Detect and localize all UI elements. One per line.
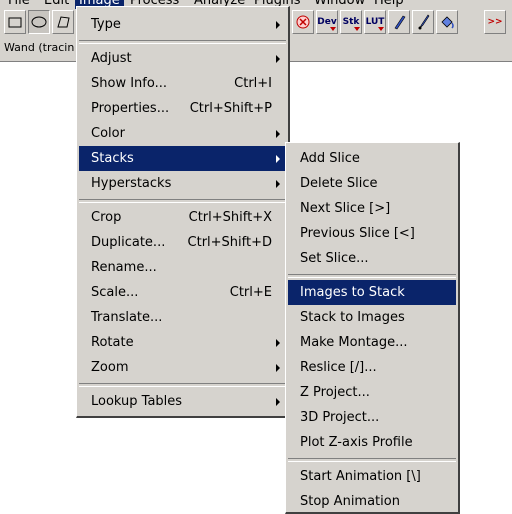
submenu-arrow-icon — [276, 364, 280, 372]
stk-tool-icon[interactable]: Stk — [340, 10, 362, 34]
menu-item-reslice[interactable]: Reslice [/]... — [288, 355, 456, 380]
menu-separator — [79, 383, 286, 387]
submenu-arrow-icon — [276, 398, 280, 406]
more-tools-icon[interactable]: >> — [484, 10, 506, 34]
menu-item-previous-slice[interactable]: Previous Slice [<] — [288, 221, 456, 246]
menu-separator — [79, 199, 286, 203]
submenu-arrow-icon — [276, 130, 280, 138]
submenu-arrow-icon — [276, 180, 280, 188]
menu-edit[interactable]: Edit — [40, 0, 73, 9]
menu-item-stack-to-images[interactable]: Stack to Images — [288, 305, 456, 330]
menu-item-lookup-tables[interactable]: Lookup Tables — [79, 389, 286, 414]
menu-item-crop[interactable]: Crop Ctrl+Shift+X — [79, 205, 286, 230]
submenu-arrow-icon — [276, 339, 280, 347]
menu-item-3d-project[interactable]: 3D Project... — [288, 405, 456, 430]
menu-file[interactable]: File — [4, 0, 34, 9]
menu-item-start-animation[interactable]: Start Animation [\] — [288, 464, 456, 489]
menu-item-translate[interactable]: Translate... — [79, 305, 286, 330]
oval-tool-icon[interactable] — [28, 10, 50, 34]
paintbrush-icon[interactable] — [412, 10, 434, 34]
menu-separator — [288, 458, 456, 462]
submenu-arrow-icon — [276, 55, 280, 63]
more-tools-label: >> — [487, 17, 503, 27]
menu-item-set-slice[interactable]: Set Slice... — [288, 246, 456, 271]
flood-fill-icon[interactable] — [436, 10, 458, 34]
menu-item-zoom[interactable]: Zoom — [79, 355, 286, 380]
submenu-arrow-icon — [276, 155, 280, 163]
lut-tool-icon[interactable]: LUT — [364, 10, 386, 34]
menu-item-scale[interactable]: Scale... Ctrl+E — [79, 280, 286, 305]
menu-item-adjust[interactable]: Adjust — [79, 46, 286, 71]
menu-item-next-slice[interactable]: Next Slice [>] — [288, 196, 456, 221]
close-red-icon[interactable] — [292, 10, 314, 34]
menu-item-add-slice[interactable]: Add Slice — [288, 146, 456, 171]
menu-separator — [288, 274, 456, 278]
polygon-tool-icon[interactable] — [52, 10, 74, 34]
submenu-arrow-icon — [276, 21, 280, 29]
status-bar: Wand (tracin — [4, 41, 75, 54]
pencil-icon[interactable] — [388, 10, 410, 34]
menu-item-color[interactable]: Color — [79, 121, 286, 146]
stk-tool-label: Stk — [342, 17, 360, 27]
menu-window[interactable]: Window — [310, 0, 369, 9]
menu-item-type[interactable]: Type — [79, 12, 286, 37]
dev-tool-label: Dev — [317, 17, 337, 27]
menu-item-properties[interactable]: Properties... Ctrl+Shift+P — [79, 96, 286, 121]
menu-item-stop-animation[interactable]: Stop Animation — [288, 489, 456, 514]
menu-item-rotate[interactable]: Rotate — [79, 330, 286, 355]
menu-item-show-info[interactable]: Show Info... Ctrl+I — [79, 71, 286, 96]
lut-tool-label: LUT — [365, 17, 385, 27]
image-menu: Type Adjust Show Info... Ctrl+I Propertie… — [76, 6, 290, 418]
dev-tool-icon[interactable]: Dev — [316, 10, 338, 34]
menu-item-rename[interactable]: Rename... — [79, 255, 286, 280]
rectangle-tool-icon[interactable] — [4, 10, 26, 34]
menu-help[interactable]: Help — [370, 0, 408, 9]
menu-item-plot-z-axis-profile[interactable]: Plot Z-axis Profile — [288, 430, 456, 455]
menu-item-hyperstacks[interactable]: Hyperstacks — [79, 171, 286, 196]
menu-item-z-project[interactable]: Z Project... — [288, 380, 456, 405]
menu-item-delete-slice[interactable]: Delete Slice — [288, 171, 456, 196]
stacks-submenu: Add Slice Delete Slice Next Slice [>] Pr… — [285, 142, 460, 514]
menu-item-stacks[interactable]: Stacks — [79, 146, 286, 171]
menu-separator — [79, 40, 286, 44]
menu-item-duplicate[interactable]: Duplicate... Ctrl+Shift+D — [79, 230, 286, 255]
menu-item-make-montage[interactable]: Make Montage... — [288, 330, 456, 355]
menu-item-images-to-stack[interactable]: Images to Stack — [288, 280, 456, 305]
